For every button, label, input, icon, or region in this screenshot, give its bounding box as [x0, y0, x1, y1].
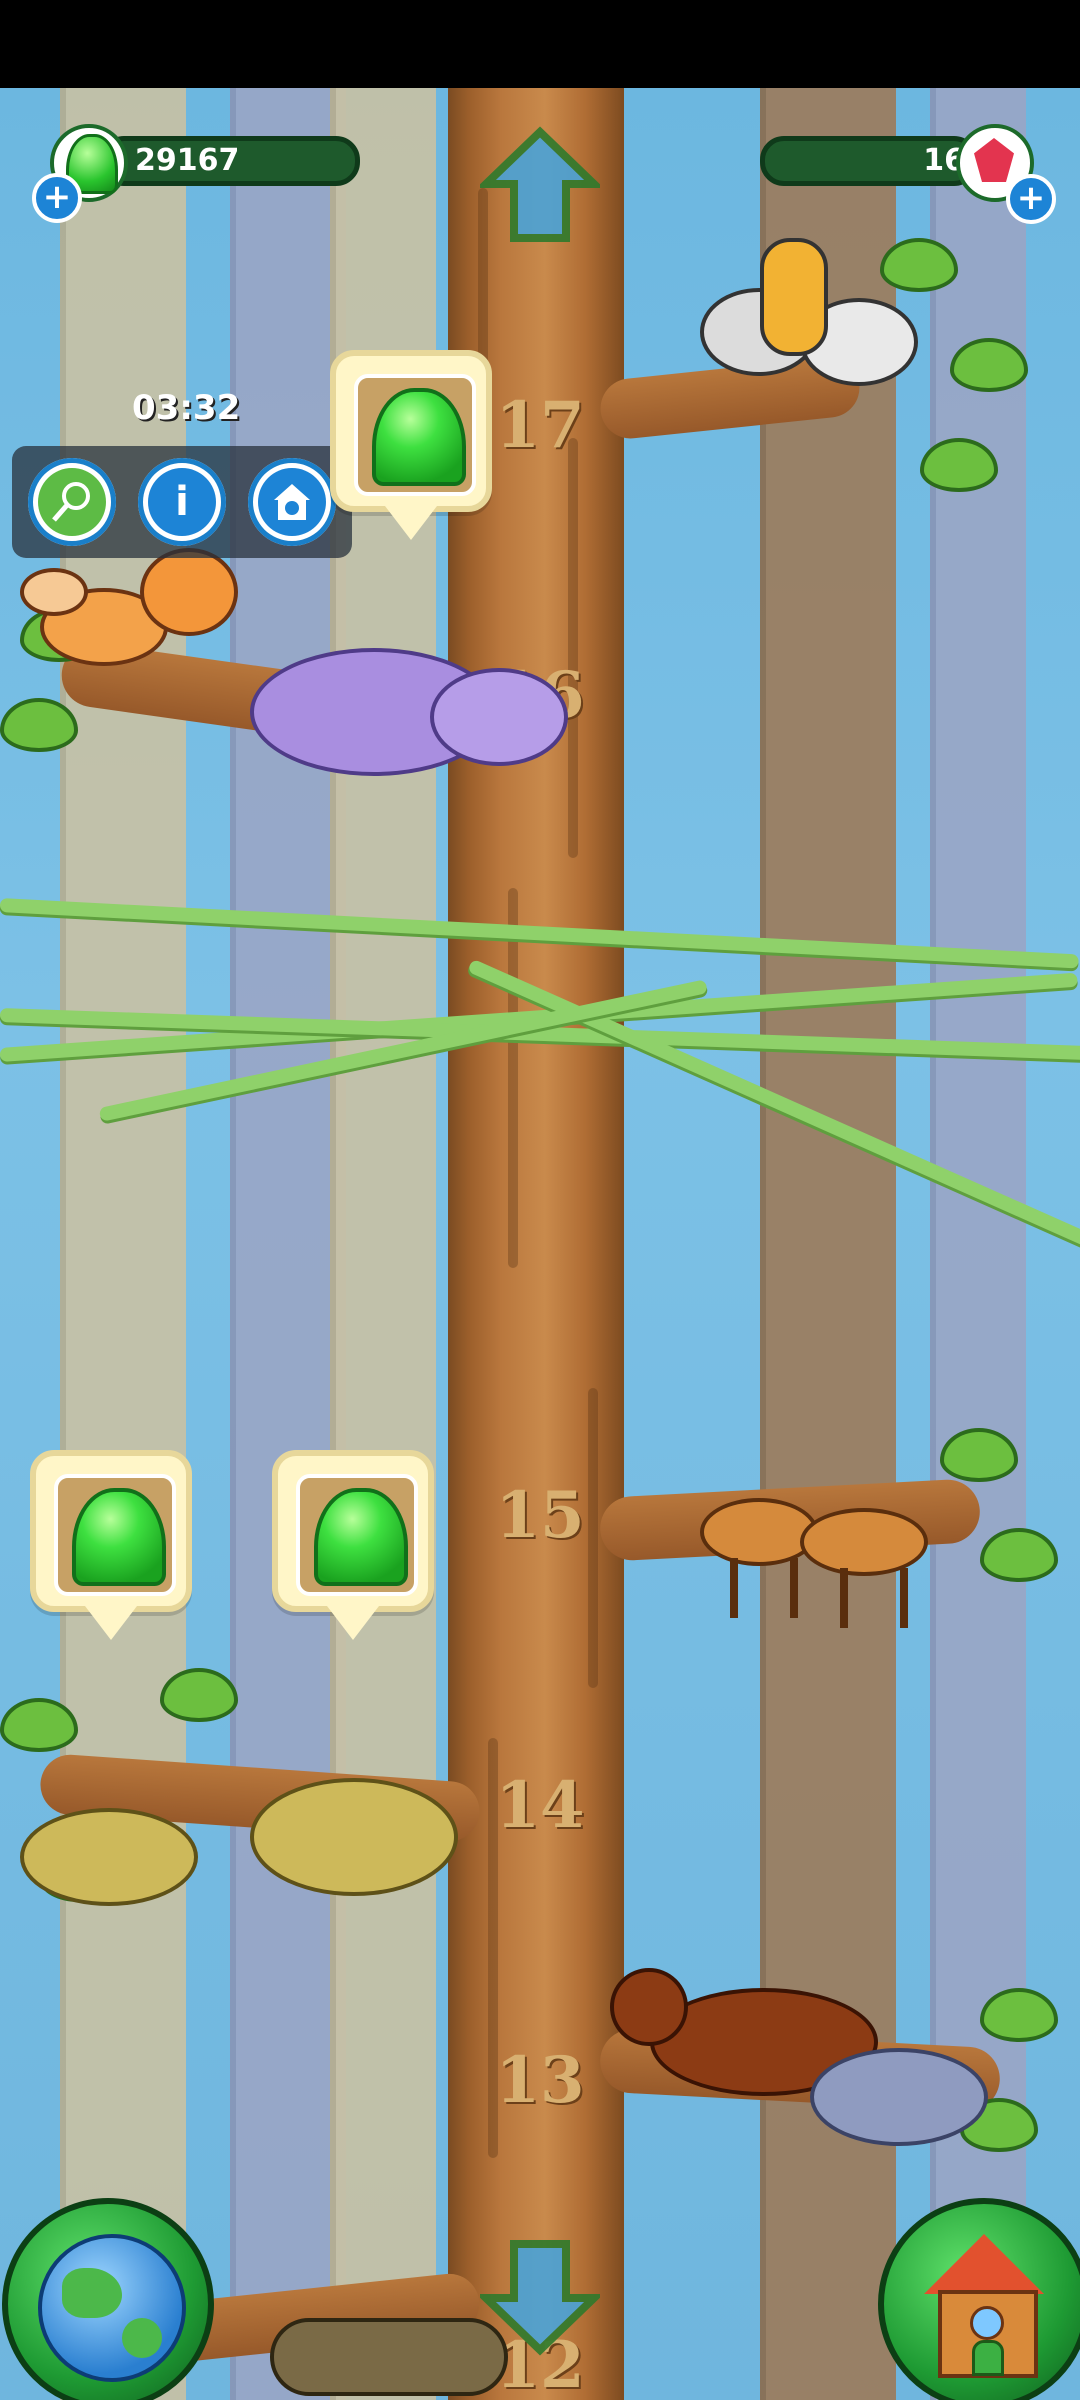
birdhouse-icon: [924, 2234, 1044, 2378]
slime-drop-bubble[interactable]: [30, 1450, 192, 1640]
net-button[interactable]: [28, 458, 116, 546]
slime-icon: [314, 1488, 408, 1586]
info-button[interactable]: i: [138, 458, 226, 546]
habitat-button[interactable]: [248, 458, 336, 546]
down-arrow-icon[interactable]: [476, 2236, 604, 2356]
level-number: 17: [495, 388, 585, 463]
background-tree: [230, 88, 346, 2400]
up-arrow-icon[interactable]: [476, 126, 604, 246]
pelican-pair[interactable]: [690, 238, 920, 398]
gem-counter: 16: [760, 136, 978, 186]
deer-pair[interactable]: [670, 1478, 940, 1628]
snake[interactable]: [270, 2318, 508, 2396]
timer: 03:32: [132, 388, 241, 428]
animal-house-icon: [258, 468, 326, 536]
game-canvas[interactable]: 17 16 15 14 13 12 29: [0, 88, 1080, 2400]
globe-icon: [38, 2234, 186, 2382]
level-number: 15: [495, 1478, 585, 1553]
slime-icon: [372, 388, 466, 486]
slime-counter: 29167: [100, 136, 360, 186]
home-button[interactable]: [878, 2198, 1080, 2400]
status-bar: [0, 0, 1080, 88]
slime-icon: [72, 1488, 166, 1586]
slime-drop-bubble[interactable]: [330, 350, 492, 540]
slime-drop-bubble[interactable]: [272, 1450, 434, 1640]
background-tree: [60, 88, 186, 2400]
butterfly-net-icon: [38, 468, 106, 536]
world-map-button[interactable]: [2, 2198, 214, 2400]
hippo[interactable]: [250, 628, 570, 788]
add-slime-button[interactable]: +: [32, 173, 82, 223]
info-icon: i: [148, 468, 216, 536]
animal-action-panel: i: [12, 446, 352, 558]
level-number: 13: [495, 2043, 585, 2118]
add-gem-button[interactable]: +: [1006, 174, 1056, 224]
okapi-and-goat[interactable]: [610, 1968, 990, 2168]
level-number: 14: [495, 1768, 585, 1843]
slime-count: 29167: [135, 143, 240, 178]
sleeping-animals[interactable]: [20, 1778, 460, 1908]
